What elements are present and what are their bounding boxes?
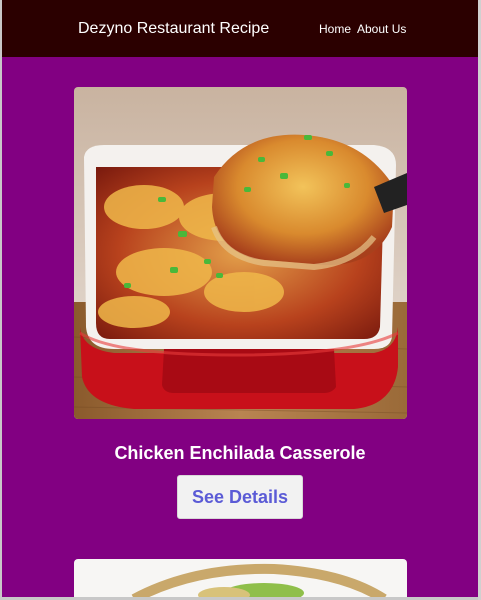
nav-link-home[interactable]: Home: [319, 22, 351, 36]
page-frame: Dezyno Restaurant Recipe Home About Us C…: [2, 0, 478, 597]
see-details-button[interactable]: See Details: [177, 475, 303, 519]
navbar: Dezyno Restaurant Recipe Home About Us: [2, 0, 478, 57]
recipe-title: Chicken Enchilada Casserole: [114, 443, 366, 463]
nav-link-about-us[interactable]: About Us: [357, 22, 406, 36]
recipe-image-enchilada[interactable]: [74, 87, 407, 419]
recipe-image-second[interactable]: [74, 559, 407, 597]
brand-title[interactable]: Dezyno Restaurant Recipe: [78, 20, 269, 38]
